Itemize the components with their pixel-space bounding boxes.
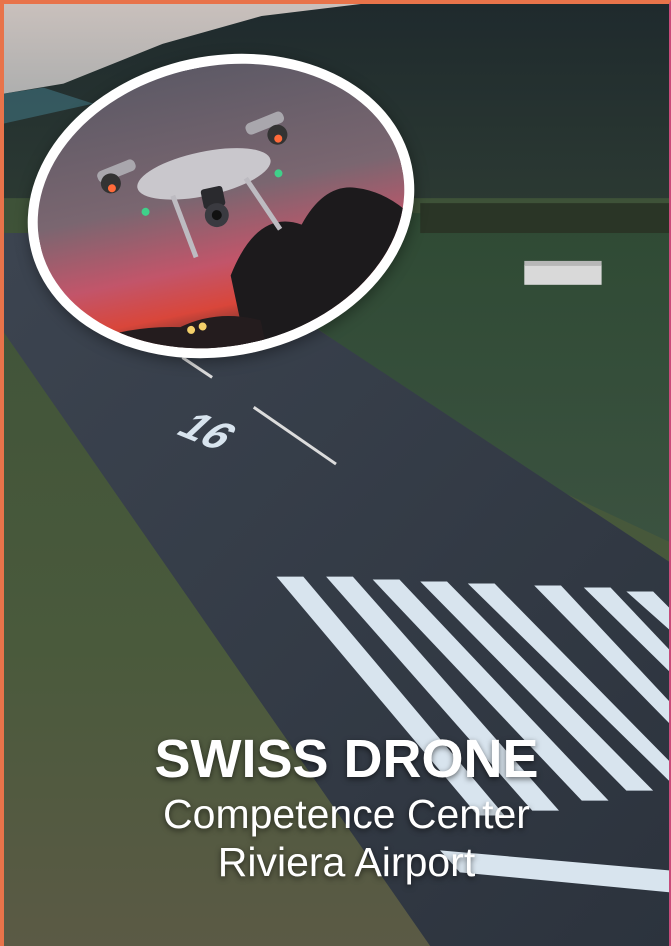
title-block: SWISS DRONE Competence Center Riviera Ai…	[24, 728, 669, 886]
subtitle-line-1: Competence Center	[163, 791, 530, 837]
cover-page: 16 SWISS DRONE Competence Center Riviera…	[0, 0, 671, 946]
subtitle-line-2: Riviera Airport	[217, 839, 476, 885]
page-title: SWISS DRONE	[154, 729, 539, 789]
